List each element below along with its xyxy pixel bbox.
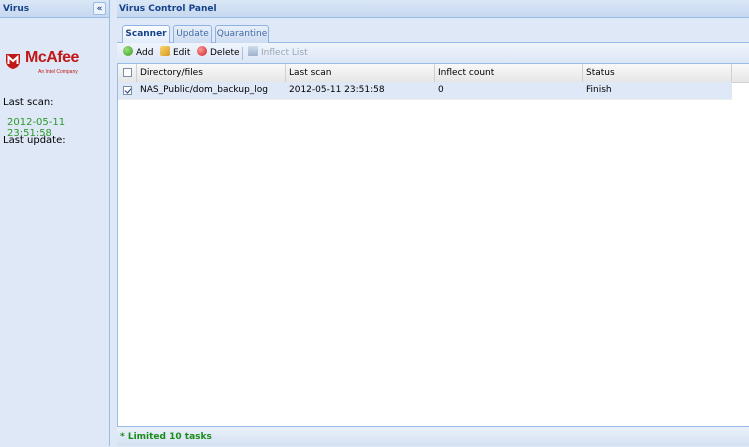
- add-button-label: Add: [136, 48, 154, 58]
- pencil-icon: [160, 46, 170, 56]
- logo-subtext: An Intel Company: [38, 69, 78, 75]
- grid-header: Directory/files Last scan Inflect count …: [118, 64, 749, 83]
- virus-panel-header: Virus «: [0, 0, 109, 18]
- tab-quarantine[interactable]: Quarantine: [215, 25, 269, 43]
- tab-scanner[interactable]: Scanner: [122, 25, 170, 44]
- virus-control-panel: Virus Control Panel Scanner Update Quara…: [117, 0, 749, 446]
- tab-update[interactable]: Update: [173, 25, 212, 43]
- column-header-inflect-count[interactable]: Inflect count: [435, 64, 583, 82]
- virus-panel-body: McAfee An Intel Company Last scan: 2012-…: [0, 18, 109, 446]
- add-button[interactable]: Add: [123, 46, 153, 61]
- inflect-list-button-label: Inflect List: [261, 48, 308, 58]
- control-panel-title: Virus Control Panel: [119, 4, 217, 14]
- list-icon: [248, 46, 258, 56]
- collapse-panel-button[interactable]: «: [93, 2, 106, 15]
- row-last-scan: 2012-05-11 23:51:58: [289, 85, 385, 95]
- last-scan-label: Last scan:: [3, 97, 54, 108]
- row-select-cell: [118, 82, 137, 99]
- delete-button[interactable]: Delete: [197, 46, 240, 61]
- row-directory: NAS_Public/dom_backup_log: [140, 85, 269, 95]
- last-update-label: Last update:: [3, 135, 66, 146]
- add-circle-icon: [123, 46, 133, 56]
- scanner-toolbar: Add Edit Delete Inflect List: [117, 43, 749, 64]
- table-row[interactable]: NAS_Public/dom_backup_log 2012-05-11 23:…: [118, 82, 732, 100]
- delete-button-label: Delete: [210, 48, 240, 58]
- mcafee-shield-icon: [6, 54, 20, 69]
- control-panel-header: Virus Control Panel: [117, 0, 749, 18]
- row-inflect-count: 0: [438, 85, 444, 95]
- column-header-directory[interactable]: Directory/files: [137, 64, 286, 82]
- edit-button-label: Edit: [173, 48, 191, 58]
- column-header-last-scan[interactable]: Last scan: [286, 64, 435, 82]
- task-limit-footer: * Limited 10 tasks: [117, 426, 749, 446]
- logo-wordmark: McAfee: [25, 49, 79, 66]
- delete-circle-icon: [197, 46, 207, 56]
- header-select-all-cell: [118, 64, 137, 82]
- row-checkbox[interactable]: [123, 86, 132, 95]
- mcafee-logo: McAfee An Intel Company: [5, 49, 105, 82]
- toolbar-separator: [242, 47, 243, 60]
- select-all-checkbox[interactable]: [123, 68, 132, 77]
- virus-side-panel: Virus « McAfee An Intel Company Last sca…: [0, 0, 110, 446]
- virus-panel-title: Virus: [3, 4, 30, 14]
- column-header-status[interactable]: Status: [583, 64, 732, 82]
- edit-button[interactable]: Edit: [160, 46, 190, 61]
- inflect-list-button[interactable]: Inflect List: [248, 46, 308, 61]
- row-status: Finish: [586, 85, 612, 95]
- tab-strip: Scanner Update Quarantine: [117, 18, 749, 44]
- scan-task-grid: Directory/files Last scan Inflect count …: [117, 64, 749, 426]
